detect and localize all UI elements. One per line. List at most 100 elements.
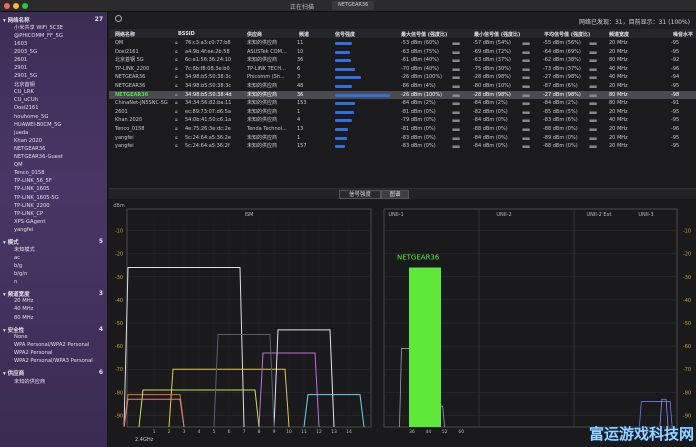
sidebar-item[interactable]: 2901 — [14, 65, 27, 71]
column-header[interactable]: 最大信号值 (强度比) — [401, 31, 447, 38]
sidebar-item[interactable]: b/g — [14, 263, 22, 269]
sidebar-item[interactable]: 未知的供应商 — [14, 378, 45, 385]
table-row[interactable]: 2601 🔒︎ ec:89:73:07:d6:5a 未知的供应商 1 -81 dBm (0… — [109, 108, 696, 117]
signal-bar — [335, 136, 347, 140]
column-header[interactable]: 噪音水平 — [673, 31, 693, 38]
sidebar-item[interactable]: jueda — [14, 130, 28, 136]
sidebar-item[interactable]: TP-LINK_1605-5G — [14, 195, 59, 201]
table-row[interactable]: 北京首钢 5G 🔒︎ 6c:e1:56:36:24:10 未知的供应商 36 -61 dB… — [109, 56, 696, 65]
bssid: 34:34:56:82:ba:11 — [185, 100, 232, 107]
table-row[interactable]: QM 🔒︎ 76:c3:a3:c0:77:b8 未知的供应商 11 -53 dBm (60… — [109, 39, 696, 48]
sidebar-item[interactable]: 1603 — [14, 41, 27, 47]
zoom-window-button[interactable] — [22, 3, 28, 9]
sidebar-item[interactable]: 2601 — [14, 57, 27, 63]
channel: 153 — [297, 100, 307, 107]
min-signal: -28 dBm (98%) — [473, 74, 511, 81]
sidebar-item[interactable]: 北京首钢 — [14, 81, 35, 88]
table-row[interactable]: Tenco_0158 🔒︎ 4e:75:26:3e:dc:2e Tenda Techn… — [109, 125, 696, 134]
sidebar-item[interactable]: yangfei — [14, 227, 33, 233]
sidebar-section-header[interactable]: ▾ 供应商 6 — [3, 369, 103, 377]
sidebar-item[interactable]: WPA2 Personal/WPA3 Personal — [14, 358, 93, 364]
noise-level: -95 — [671, 143, 680, 150]
sidebar-item[interactable]: None — [14, 334, 28, 340]
sidebar-item[interactable]: HUAWEI-B0CM_5G — [14, 122, 61, 128]
sidebar-item[interactable]: ac — [14, 255, 20, 261]
sidebar-item[interactable]: CU_LRK — [14, 89, 34, 95]
sidebar-item[interactable]: CU_uCUh — [14, 97, 38, 103]
sidebar-item[interactable]: TP-LINK_2200 — [14, 203, 50, 209]
x-tick-label: 36 — [409, 429, 415, 435]
max-signal: -26 dBm (100%) — [401, 74, 443, 81]
table-row[interactable]: NETGEAR36 🔒︎ 34:98:b5:50:38:3c Phicomm (Sh.… — [109, 73, 696, 82]
sidebar-item[interactable]: n — [14, 279, 17, 285]
sidebar-item[interactable]: 小米共享 WiFi_5C3E — [14, 24, 63, 31]
avg-signal: -84 dBm (2%) — [543, 100, 578, 107]
sidebar-section-header[interactable]: ▾ 安全性 4 — [3, 326, 103, 334]
sidebar-item[interactable]: WPA Personal/WPA2 Personal — [14, 342, 89, 348]
tab-spectrum[interactable]: 图谱 — [381, 190, 409, 199]
column-header[interactable]: 网络名称 — [115, 31, 135, 38]
lock-icon: 🔒︎ — [175, 74, 178, 81]
bssid: 76:c3:a3:c0:77:b8 — [185, 40, 231, 46]
sidebar-section-header[interactable]: ▾ 网络名称 27 — [3, 16, 103, 24]
sidebar-item[interactable]: XPS-GAgent — [14, 219, 45, 225]
sidebar-section-header[interactable]: ▾ 频道宽度 3 — [3, 290, 103, 298]
highlighted-network-area[interactable] — [409, 267, 441, 427]
sidebar-item[interactable]: TP-LINK_56_5F — [14, 178, 52, 184]
sidebar-section-label: ▾ 供应商 — [3, 371, 25, 378]
sidebar-item[interactable]: 80 MHz — [14, 315, 33, 321]
column-header[interactable]: 频道宽度 — [609, 31, 629, 38]
sidebar-item[interactable]: 2901_5G — [14, 73, 37, 79]
sidebar-item[interactable]: Khan 2020 — [14, 138, 42, 144]
signal-bar — [335, 85, 353, 88]
avg-signal: -64 dBm (69%) — [543, 48, 581, 55]
channel: 3 — [297, 74, 301, 81]
sidebar-section-header[interactable]: ▾ 模式 5 — [3, 238, 103, 246]
network-table[interactable]: QM 🔒︎ 76:c3:a3:c0:77:b8 未知的供应商 11 -53 dBm (60… — [109, 38, 696, 188]
y-tick-label: -50 — [683, 321, 691, 327]
min-signal: -82 dBm (0%) — [473, 108, 508, 115]
sidebar: ▾ 网络名称 27 小米共享 WiFi_5C3E @PHICOMM_FF_5G 1603… — [0, 12, 108, 447]
table-row[interactable]: NETGEAR36 🔒︎ 34:98:b5:50:38:3c 未知的供应商 48 -86 … — [109, 82, 696, 91]
column-header[interactable]: 信号强度 — [335, 31, 355, 38]
avg-signal: -87 dBm (6%) — [543, 83, 578, 89]
column-header[interactable]: 频道 — [299, 31, 309, 38]
search-icon[interactable] — [115, 15, 122, 22]
min-signal: -75 dBm (30%) — [473, 65, 511, 72]
table-row[interactable]: Khan 2020 🔒︎ 54:0b:41:50:c6:1a 未知的供应商 4 -79 d… — [109, 116, 696, 125]
column-header[interactable]: 供应商 — [247, 31, 262, 38]
network-name: yangfei — [115, 134, 134, 141]
sidebar-item[interactable]: @PHICOMM_FF_5G — [14, 33, 63, 39]
sidebar-item[interactable]: houhome_5G — [14, 114, 48, 120]
network-name: 北京首钢 5G — [115, 57, 144, 64]
sidebar-item[interactable]: TP-LINK_CP — [14, 211, 43, 217]
table-row[interactable]: TP-LINK_2200 🔒︎ 7c:6b:f8:08:3e:b0 TP-LINK T… — [109, 65, 696, 74]
tab-signal-strength[interactable]: 信号强度 — [339, 190, 381, 199]
sidebar-item[interactable]: QM — [14, 162, 23, 168]
sidebar-item[interactable]: 未知模式 — [14, 246, 35, 253]
column-header[interactable]: 最小信号值 (强度比) — [474, 31, 520, 38]
sidebar-item[interactable]: b/g/n — [14, 271, 27, 277]
table-row[interactable]: yangfei 🔒︎ 5c:24:64:a5:36:2e 未知的供应商 1 -83 dBm… — [109, 134, 696, 143]
sidebar-item[interactable]: 40 MHz — [14, 306, 33, 312]
table-row[interactable]: Dosi2161 🔒︎ a4:9b:4f:ee:2b:58 ASUSTek COM..… — [109, 48, 696, 57]
lock-icon: 🔒︎ — [175, 65, 178, 72]
sidebar-item[interactable]: 2003_5G — [14, 49, 37, 55]
table-row[interactable]: NETGEAR36 🔒︎ 34:98:b5:50:38:4d 未知的供应商 36 -26 … — [109, 90, 696, 100]
sidebar-item[interactable]: Tenco_0158 — [14, 170, 45, 176]
sidebar-item[interactable]: Dosi2161 — [14, 105, 39, 111]
minimize-window-button[interactable] — [13, 3, 19, 9]
sidebar-item[interactable]: 20 MHz — [14, 298, 33, 304]
sidebar-item[interactable]: NETGEAR36 — [14, 146, 45, 152]
table-row[interactable]: ChinaNet-JN5SNC-5G 🔒︎ 34:34:56:82:ba:11 未知的… — [109, 99, 696, 108]
sidebar-item[interactable]: NETGEAR36-Guest — [14, 154, 63, 160]
table-row[interactable]: yangfei 🔒︎ 5c:24:64:a5:36:2f 未知的供应商 157 -83 d… — [109, 142, 696, 151]
column-header[interactable]: BSSID — [178, 31, 195, 37]
column-header[interactable]: 平均信号值 (强度比) — [544, 31, 590, 38]
lock-icon: 🔒︎ — [175, 126, 178, 132]
x-tick-label: 12 — [316, 429, 322, 435]
close-window-button[interactable] — [4, 3, 10, 9]
sidebar-item[interactable]: WPA2 Personal — [14, 350, 52, 356]
sidebar-item[interactable]: TP-LINK_1605 — [14, 186, 50, 192]
y-tick-label: -80 — [683, 390, 691, 396]
